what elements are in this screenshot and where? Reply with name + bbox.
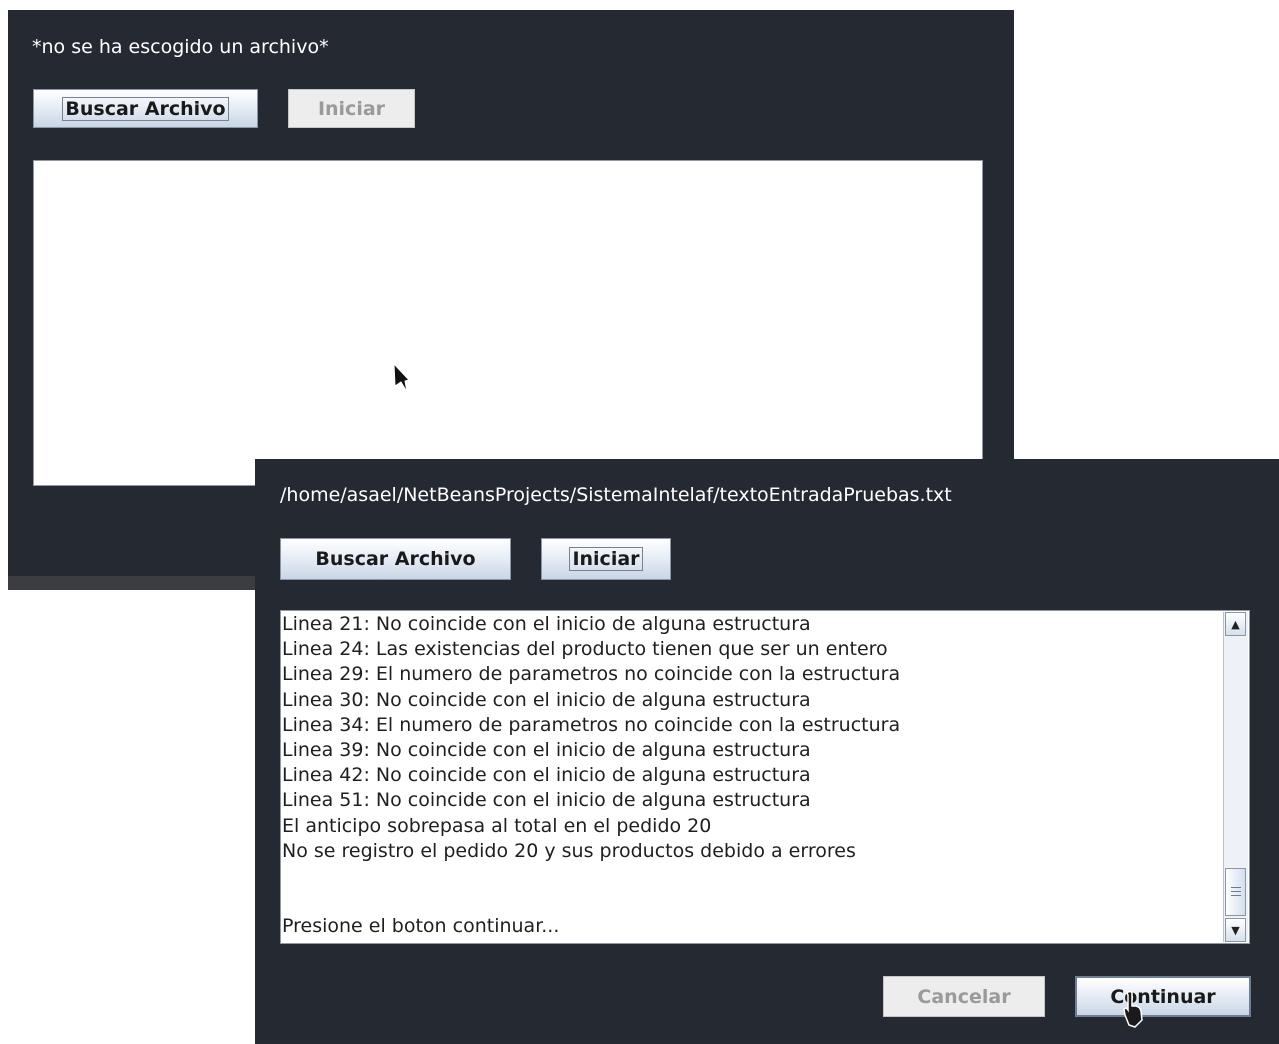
browse-file-button-label: Buscar Archivo bbox=[62, 96, 229, 121]
log-line: Linea 51: No coincide con el inicio de a… bbox=[282, 789, 811, 812]
browse-file-button[interactable]: Buscar Archivo bbox=[33, 89, 258, 128]
mouse-pointer-icon bbox=[393, 362, 410, 393]
log-line: Presione el boton continuar... bbox=[282, 915, 560, 938]
log-line: Linea 30: No coincide con el inicio de a… bbox=[282, 688, 811, 711]
log-line: Linea 34: El numero de parametros no coi… bbox=[282, 713, 901, 736]
browse-file-button[interactable]: Buscar Archivo bbox=[280, 538, 511, 580]
start-button-disabled[interactable]: Iniciar bbox=[288, 89, 415, 128]
log-line: Linea 21: No coincide con el inicio de a… bbox=[282, 613, 811, 635]
log-line: No se registro el pedido 20 y sus produc… bbox=[282, 839, 856, 862]
log-lines: Linea 21: No coincide con el inicio de a… bbox=[282, 612, 1223, 942]
file-status-label: *no se ha escogido un archivo* bbox=[32, 36, 329, 58]
log-text-area-empty[interactable] bbox=[33, 160, 983, 486]
scroll-up-arrow-icon[interactable]: ▲ bbox=[1225, 612, 1246, 636]
start-button-label: Iniciar bbox=[569, 547, 643, 571]
log-line: Linea 24: Las existencias del producto t… bbox=[282, 638, 888, 661]
file-path-label: /home/asael/NetBeansProjects/SistemaInte… bbox=[280, 484, 952, 506]
log-line: Linea 29: El numero de parametros no coi… bbox=[282, 663, 901, 686]
start-button[interactable]: Iniciar bbox=[541, 538, 671, 580]
browse-file-button-label: Buscar Archivo bbox=[315, 548, 476, 570]
vertical-scrollbar[interactable]: ▲ ▼ bbox=[1223, 612, 1248, 942]
log-text-area[interactable]: Linea 21: No coincide con el inicio de a… bbox=[280, 610, 1250, 944]
continue-button[interactable]: Continuar bbox=[1075, 976, 1251, 1017]
scroll-thumb[interactable] bbox=[1225, 868, 1246, 916]
log-line: Linea 39: No coincide con el inicio de a… bbox=[282, 738, 811, 761]
scroll-down-arrow-icon[interactable]: ▼ bbox=[1225, 918, 1246, 942]
hand-pointer-icon bbox=[1123, 990, 1143, 1028]
cancel-button[interactable]: Cancelar bbox=[883, 976, 1045, 1017]
cancel-button-label: Cancelar bbox=[917, 985, 1011, 1008]
log-line: El anticipo sobrepasa al total en el ped… bbox=[282, 814, 712, 837]
start-button-label: Iniciar bbox=[317, 97, 386, 120]
file-loader-window-front: /home/asael/NetBeansProjects/SistemaInte… bbox=[255, 459, 1279, 1044]
log-line: Linea 42: No coincide con el inicio de a… bbox=[282, 764, 811, 787]
